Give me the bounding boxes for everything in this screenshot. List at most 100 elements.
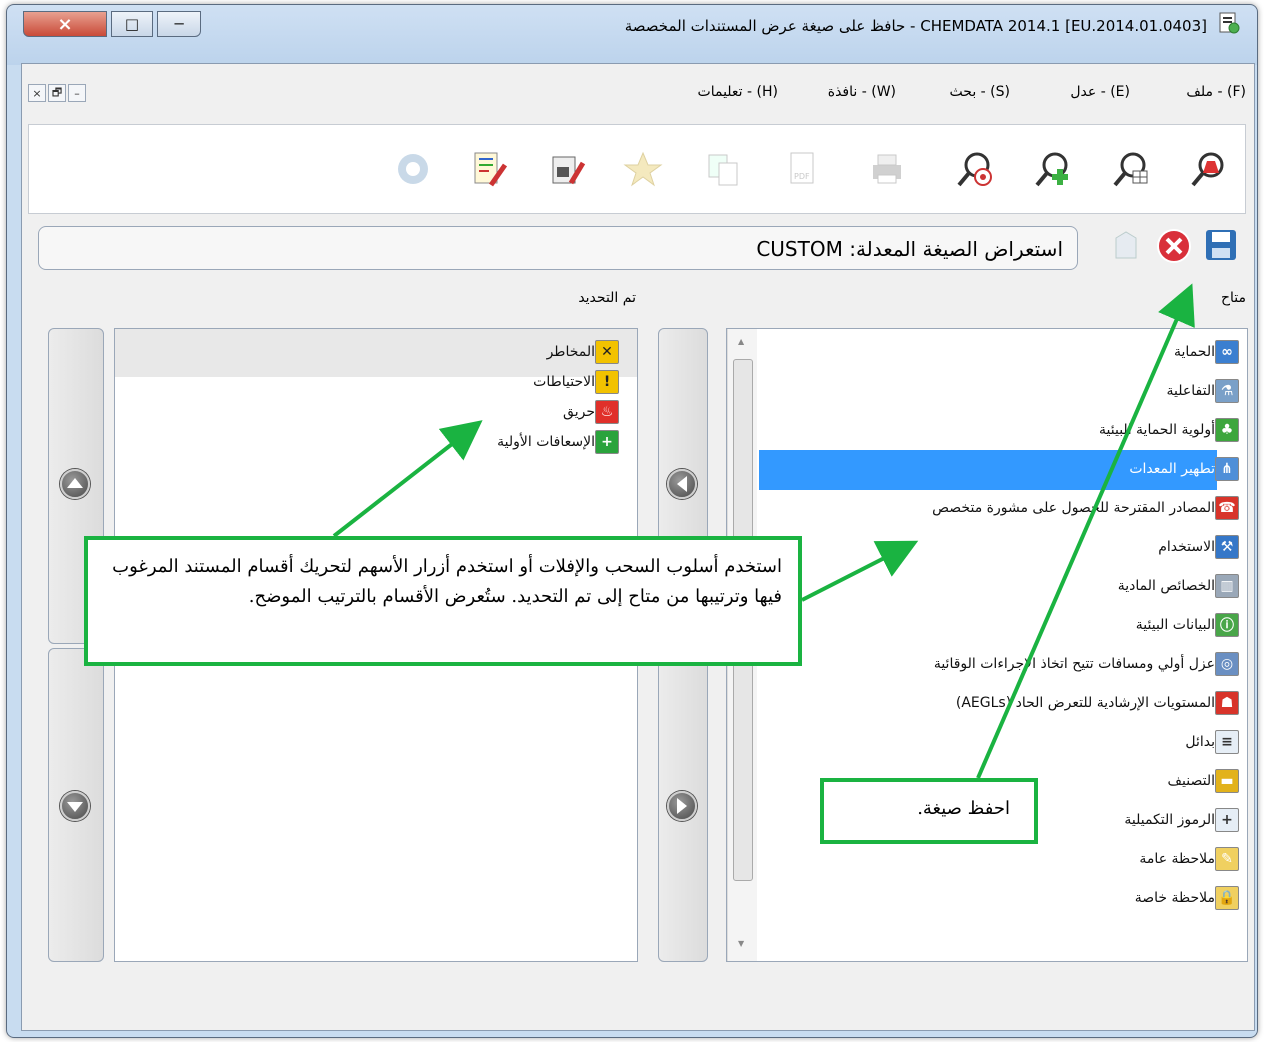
available-item-label: التصنيف xyxy=(1167,773,1215,789)
menu-window[interactable]: (W) - نافذة xyxy=(828,84,896,100)
general-note-icon: ✎ xyxy=(1215,847,1239,871)
available-list-item[interactable]: ⚒ الاستخدام xyxy=(1158,532,1239,562)
target-icon: ◎ xyxy=(1215,652,1239,676)
phone-icon: ☎ xyxy=(1215,496,1239,520)
available-list[interactable]: ▲ ▼ ∞ الحماية ⚗ التفاعلية ♣ أولوية الحماية ال… xyxy=(726,328,1248,962)
pdf-icon[interactable]: PDF xyxy=(781,147,825,191)
menu-bar: (F) - ملف (E) - عدل (S) - بحث (W) - نافذ… xyxy=(22,64,1254,122)
save-icon[interactable] xyxy=(1204,228,1238,262)
edit-security-icon[interactable] xyxy=(545,147,589,191)
save-callout: احفظ صيغة. xyxy=(820,778,1038,844)
chart-icon: ▥ xyxy=(1215,574,1239,598)
private-note-icon: 🔒 xyxy=(1215,886,1239,910)
window-title: CHEMDATA 2014.1 [EU.2014.01.0403] - حافظ… xyxy=(624,17,1207,35)
svg-text:PDF: PDF xyxy=(794,172,810,181)
search-add-icon[interactable] xyxy=(1031,147,1075,191)
available-item-label: ملاحظة خاصة xyxy=(1134,890,1215,906)
client-area: (F) - ملف (E) - عدل (S) - بحث (W) - نافذ… xyxy=(21,63,1255,1031)
selected-item-label: حريق xyxy=(563,404,595,420)
precaution-icon: ! xyxy=(595,370,619,394)
available-item-label: المصادر المقترحة للحصول على مشورة متخصص xyxy=(932,500,1215,516)
tree-icon: ♣ xyxy=(1215,418,1239,442)
selected-item-label: المخاطر xyxy=(546,344,595,360)
available-list-item[interactable]: 🔒 ملاحظة خاصة xyxy=(1135,883,1239,913)
help-icon[interactable] xyxy=(391,147,435,191)
exposure-icon: ☗ xyxy=(1215,691,1239,715)
available-list-item[interactable]: ☗ المستويات الإرشادية للتعرض الحاد (AEGLs… xyxy=(956,688,1239,718)
available-list-item[interactable]: ⚗ التفاعلية xyxy=(1167,376,1239,406)
print-icon[interactable] xyxy=(865,147,909,191)
favorite-star-icon[interactable] xyxy=(621,147,665,191)
format-name-field[interactable]: استعراض الصيغة المعدلة: CUSTOM xyxy=(38,226,1078,270)
instructions-text: استخدم أسلوب السحب والإفلات أو استخدم أز… xyxy=(112,556,782,607)
truck-icon: ▬ xyxy=(1215,769,1239,793)
arrow-up-icon xyxy=(60,469,90,499)
available-list-item[interactable]: ♣ أولوية الحماية البيئية xyxy=(1099,415,1239,445)
edit-document-icon[interactable] xyxy=(467,147,511,191)
app-window: × □ ─ CHEMDATA 2014.1 [EU.2014.01.0403] … xyxy=(6,4,1258,1038)
available-list-item[interactable]: ▥ الخصائص المادية xyxy=(1118,571,1239,601)
selected-list-item[interactable]: + الإسعافات الأولية xyxy=(497,427,619,457)
available-item-label: الرموز التكميلية xyxy=(1124,812,1215,828)
fire-icon: ♨ xyxy=(595,400,619,424)
maximize-button[interactable]: □ xyxy=(111,11,153,37)
instructions-callout: استخدم أسلوب السحب والإفلات أو استخدم أز… xyxy=(84,536,802,666)
selected-list-item[interactable]: ♨ حريق xyxy=(563,397,619,427)
available-item-label: ملاحظة عامة xyxy=(1139,851,1215,867)
cancel-icon[interactable] xyxy=(1156,228,1192,264)
search-table-icon[interactable] xyxy=(1109,147,1153,191)
alternatives-icon: ≡ xyxy=(1215,730,1239,754)
move-down-button[interactable] xyxy=(48,648,104,962)
copy-icon[interactable] xyxy=(701,147,745,191)
available-list-item[interactable]: ≡ بدائل xyxy=(1185,727,1239,757)
available-item-label: التفاعلية xyxy=(1166,383,1215,399)
available-item-label: البيانات البيئية xyxy=(1135,617,1215,633)
arrow-right-icon xyxy=(667,791,697,821)
menu-search[interactable]: (S) - بحث xyxy=(950,84,1010,100)
available-label: متاح xyxy=(1220,290,1246,306)
available-list-item[interactable]: ✎ ملاحظة عامة xyxy=(1139,844,1239,874)
goggles-icon: ∞ xyxy=(1215,340,1239,364)
menu-edit[interactable]: (E) - عدل xyxy=(1070,84,1130,100)
available-item-label: الاستخدام xyxy=(1158,539,1215,555)
search-chemical-icon[interactable] xyxy=(1187,147,1231,191)
search-target-icon[interactable] xyxy=(953,147,997,191)
flask-icon: ⚗ xyxy=(1215,379,1239,403)
arrow-left-icon xyxy=(667,469,697,499)
app-icon xyxy=(1217,11,1241,35)
environment-info-icon: ⓘ xyxy=(1215,613,1239,637)
save-callout-text: احفظ صيغة. xyxy=(917,798,1010,819)
mdi-close-button[interactable]: × xyxy=(28,84,46,102)
minimize-button[interactable]: ─ xyxy=(157,11,201,37)
wrench-icon: ⚒ xyxy=(1215,535,1239,559)
mdi-restore-button[interactable]: 🗗 xyxy=(48,84,66,102)
selected-item-label: الإسعافات الأولية xyxy=(497,434,595,450)
add-code-icon: + xyxy=(1215,808,1239,832)
available-list-item[interactable]: ▬ التصنيف xyxy=(1168,766,1239,796)
eraser-icon[interactable] xyxy=(1106,226,1146,266)
menu-help[interactable]: (H) - تعليمات xyxy=(698,84,778,100)
close-button[interactable]: × xyxy=(23,11,107,37)
move-right-button[interactable] xyxy=(658,648,708,962)
available-list-item[interactable]: ∞ الحماية xyxy=(1174,337,1239,367)
selected-list-item[interactable]: ! الاحتياطات xyxy=(533,367,619,397)
available-item-label: عزل أولي ومسافات تتيح اتخاذ الإجراءات ال… xyxy=(933,656,1215,672)
available-list-item[interactable]: ⋔ تطهير المعدات xyxy=(1129,454,1239,484)
available-list-item[interactable]: + الرموز التكميلية xyxy=(1124,805,1239,835)
available-list-item[interactable]: ⓘ البيانات البيئية xyxy=(1136,610,1239,640)
shower-icon: ⋔ xyxy=(1215,457,1239,481)
selected-label: تم التحديد xyxy=(578,290,636,306)
available-list-item[interactable]: ◎ عزل أولي ومسافات تتيح اتخاذ الإجراءات ا… xyxy=(934,649,1239,679)
toolbar: PDF xyxy=(28,124,1246,214)
mdi-minimize-button[interactable]: – xyxy=(68,84,86,102)
selected-list-item[interactable]: ✕ المخاطر xyxy=(547,337,619,367)
selected-item-label: الاحتياطات xyxy=(533,374,595,390)
menu-file[interactable]: (F) - ملف xyxy=(1186,84,1246,100)
available-item-label: المستويات الإرشادية للتعرض الحاد (AEGLs) xyxy=(955,695,1215,711)
available-item-label: تطهير المعدات xyxy=(1129,461,1215,477)
available-item-label: أولوية الحماية البيئية xyxy=(1099,422,1215,438)
scroll-down-icon[interactable]: ▼ xyxy=(738,939,744,948)
available-item-label: بدائل xyxy=(1185,734,1215,750)
scroll-up-icon[interactable]: ▲ xyxy=(738,337,744,346)
available-list-item[interactable]: ☎ المصادر المقترحة للحصول على مشورة متخصص xyxy=(932,493,1239,523)
